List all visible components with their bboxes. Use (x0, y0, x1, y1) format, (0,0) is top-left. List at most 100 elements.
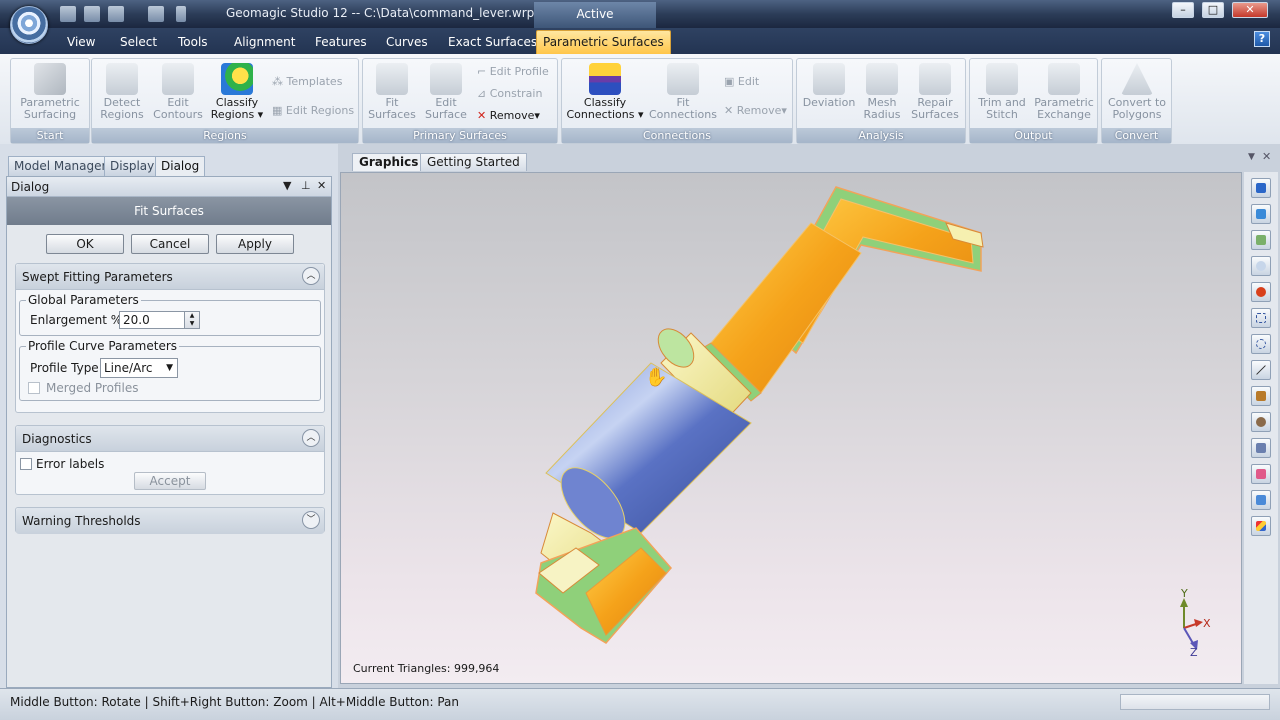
group-primary-surfaces: Fit Surfaces Edit Surface ⌐ Edit Profile… (362, 58, 558, 144)
view-toolbar (1244, 172, 1278, 684)
select-all-icon[interactable] (1251, 490, 1271, 510)
tab-dialog[interactable]: Dialog (155, 156, 206, 177)
maximize-button[interactable]: □ (1202, 2, 1224, 18)
ok-button[interactable]: OK (46, 234, 124, 254)
tab-select[interactable]: Select (114, 32, 163, 54)
parametric-surfacing-button[interactable]: Parametric Surfacing (17, 63, 83, 121)
swept-fitting-section: Swept Fitting Parameters ︿ Global Parame… (15, 263, 325, 413)
color-options-icon[interactable] (1251, 516, 1271, 536)
deviation-button[interactable]: Deviation (801, 63, 857, 109)
paintbrush-select-icon[interactable] (1251, 386, 1271, 406)
collapse-chevron-icon[interactable]: ︿ (302, 429, 320, 447)
3d-viewport[interactable]: ✋ Y X Z Current Triangles: 999,964 (340, 172, 1242, 684)
rectangle-select-icon[interactable] (1251, 308, 1271, 328)
tab-curves[interactable]: Curves (380, 32, 434, 54)
constrain-button[interactable]: ⊿ Constrain (477, 87, 542, 100)
axis-z-label: Z (1190, 646, 1198, 659)
zoom-icon[interactable] (1251, 256, 1271, 276)
tab-tools[interactable]: Tools (172, 32, 214, 54)
qat-customize-icon[interactable] (176, 6, 186, 22)
enlargement-spinner[interactable]: ▲ ▼ (184, 311, 200, 329)
edit-regions-button[interactable]: ▦ Edit Regions (272, 104, 354, 117)
qat-open-icon[interactable] (84, 6, 100, 22)
close-panel-icon[interactable]: ✕ (317, 179, 326, 192)
select-through-icon[interactable] (1251, 438, 1271, 458)
dropdown-arrow-icon[interactable]: ▼ (283, 179, 291, 192)
cancel-button[interactable]: Cancel (131, 234, 209, 254)
swept-fitting-header[interactable]: Swept Fitting Parameters ︿ (16, 264, 324, 290)
fit-surfaces-button[interactable]: Fit Surfaces (365, 63, 419, 121)
merged-profiles-checkbox[interactable] (28, 382, 40, 394)
select-visible-icon[interactable] (1251, 464, 1271, 484)
group-label-output: Output (970, 128, 1097, 143)
tab-alignment[interactable]: Alignment (228, 32, 301, 54)
spin-center-icon[interactable] (1251, 282, 1271, 302)
warning-thresholds-header[interactable]: Warning Thresholds ﹀ (16, 508, 324, 534)
custom-region-icon[interactable] (1251, 412, 1271, 432)
tab-display[interactable]: Display (104, 156, 161, 176)
parametric-exchange-button[interactable]: Parametric Exchange (1032, 63, 1096, 121)
qat-new-icon[interactable] (60, 6, 76, 22)
view-fit-icon[interactable] (1251, 178, 1271, 198)
tab-graphics[interactable]: Graphics (352, 153, 426, 171)
tab-getting-started[interactable]: Getting Started (420, 153, 527, 171)
tab-exact-surfaces[interactable]: Exact Surfaces (442, 32, 543, 54)
lasso-select-icon[interactable] (1251, 334, 1271, 354)
qat-mouse-icon[interactable] (148, 6, 164, 22)
tab-model-manager[interactable]: Model Manager (8, 156, 113, 176)
convert-to-polygons-button[interactable]: Convert to Polygons (1104, 63, 1170, 121)
group-start: Parametric Surfacing Start (10, 58, 90, 144)
edit-connection-button[interactable]: ▣ Edit (724, 75, 759, 88)
remove-surface-button[interactable]: ✕ Remove▾ (477, 109, 540, 122)
fit-connections-button[interactable]: Fit Connections (648, 63, 718, 121)
classify-connections-icon (589, 63, 621, 95)
remove-connection-button[interactable]: ✕ Remove▾ (724, 104, 787, 117)
dialog-title: Dialog (11, 180, 50, 194)
deviation-icon (813, 63, 845, 95)
group-label-analysis: Analysis (797, 128, 965, 143)
profile-curve-legend: Profile Curve Parameters (26, 339, 180, 353)
view-front-icon[interactable] (1251, 204, 1271, 224)
profile-type-select[interactable]: Line/Arc ▼ (100, 358, 178, 378)
edit-profile-button[interactable]: ⌐ Edit Profile (477, 65, 549, 78)
minimize-button[interactable]: – (1172, 2, 1194, 18)
classify-regions-button[interactable]: Classify Regions ▾ (208, 63, 266, 121)
pin-icon[interactable]: ⊥ (301, 179, 311, 192)
qat-save-icon[interactable] (108, 6, 124, 22)
accept-button[interactable]: Accept (134, 472, 206, 490)
graphics-area: Graphics Getting Started ▼ ✕ ✋ Y X Z Cur… (338, 144, 1280, 688)
window-title: Geomagic Studio 12 -- C:\Data\command_le… (226, 6, 535, 20)
help-button[interactable]: ? (1254, 31, 1270, 47)
detect-regions-button[interactable]: Detect Regions (96, 63, 148, 121)
trim-and-stitch-button[interactable]: Trim and Stitch (972, 63, 1032, 121)
error-labels-checkbox[interactable] (20, 458, 32, 470)
expand-chevron-icon[interactable]: ﹀ (302, 511, 320, 529)
app-menu-orb-icon[interactable] (10, 6, 48, 44)
tab-parametric-surfaces[interactable]: Parametric Surfaces (536, 30, 671, 54)
diagnostics-header[interactable]: Diagnostics ︿ (16, 426, 324, 452)
fit-connections-icon (667, 63, 699, 95)
edit-contours-button[interactable]: Edit Contours (152, 63, 204, 121)
apply-button[interactable]: Apply (216, 234, 294, 254)
mesh-radius-icon (866, 63, 898, 95)
classify-connections-button[interactable]: Classify Connections ▾ (566, 63, 644, 121)
view-camera-icon[interactable] (1251, 230, 1271, 250)
tab-dropdown-icon[interactable]: ▼ (1248, 152, 1255, 162)
close-button[interactable]: ✕ (1232, 2, 1268, 18)
tab-view[interactable]: View (61, 32, 101, 54)
edit-surface-button[interactable]: Edit Surface (419, 63, 473, 121)
enlargement-input[interactable]: 20.0 (119, 311, 187, 329)
detect-regions-icon (106, 63, 138, 95)
close-tab-icon[interactable]: ✕ (1262, 150, 1271, 163)
tab-features[interactable]: Features (309, 32, 373, 54)
edit-contours-icon (162, 63, 194, 95)
group-label-primary-surfaces: Primary Surfaces (363, 128, 557, 143)
line-select-icon[interactable] (1251, 360, 1271, 380)
repair-surfaces-button[interactable]: Repair Surfaces (907, 63, 963, 121)
group-label-convert: Convert (1102, 128, 1171, 143)
templates-button[interactable]: ⁂ Templates (272, 75, 342, 88)
collapse-chevron-icon[interactable]: ︿ (302, 267, 320, 285)
convert-to-polygons-icon (1121, 63, 1153, 95)
global-parameters-group: Global Parameters Enlargement %: 20.0 ▲ ▼ (19, 293, 321, 336)
mesh-radius-button[interactable]: Mesh Radius (857, 63, 907, 121)
